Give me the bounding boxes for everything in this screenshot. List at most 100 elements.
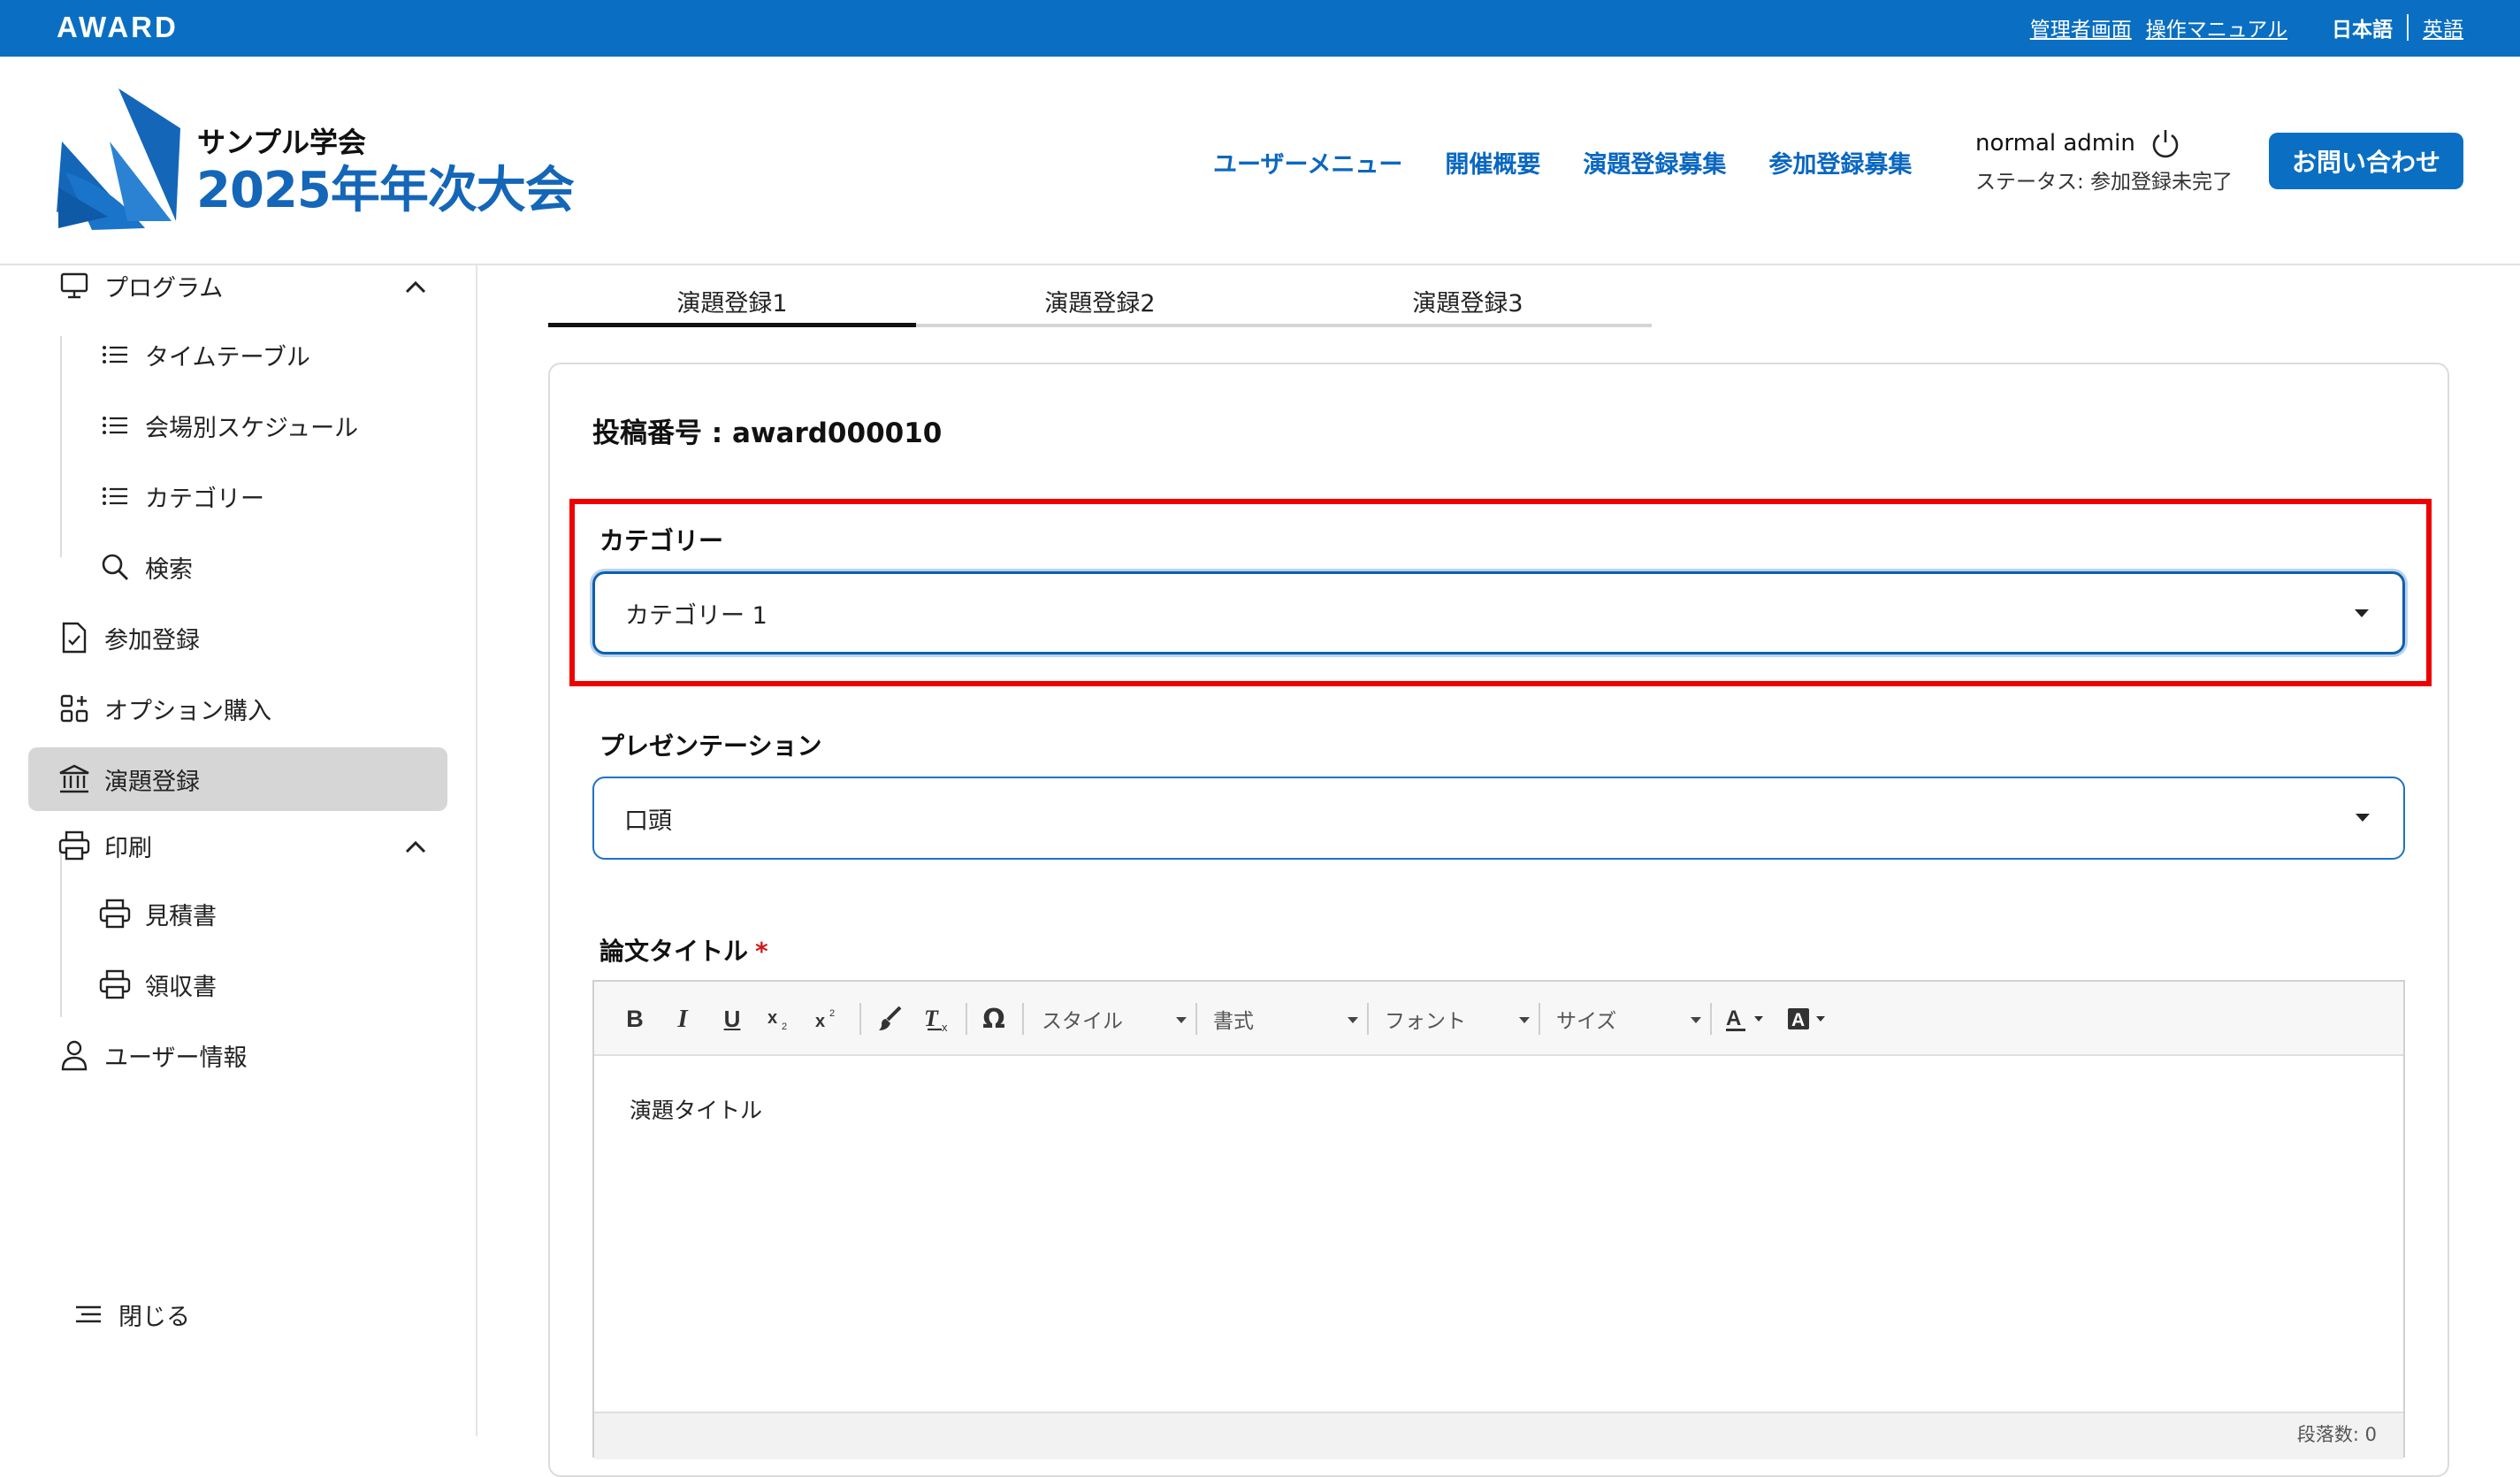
- sidebar-item-label: プログラム: [104, 274, 224, 302]
- font-dropdown-label: フォント: [1385, 1010, 1466, 1033]
- chevron-up-icon[interactable]: [400, 276, 431, 297]
- toolbar-separator: [1710, 1003, 1712, 1035]
- category-select[interactable]: カテゴリー 1: [592, 571, 2405, 654]
- power-icon[interactable]: [2150, 127, 2181, 159]
- italic-icon[interactable]: I: [665, 999, 700, 1038]
- brand-logo-text: AWARD: [57, 11, 179, 43]
- sidebar-item-search[interactable]: 検索: [97, 549, 193, 585]
- toolbar-separator: [859, 1003, 861, 1035]
- printer-icon: [57, 828, 92, 863]
- clear-format-icon[interactable]: Tx: [918, 999, 957, 1038]
- language-english-link[interactable]: 英語: [2423, 12, 2463, 42]
- category-select-value: カテゴリー 1: [625, 601, 767, 630]
- close-label: 閉じる: [118, 1303, 190, 1331]
- toolbar-separator: [966, 1003, 967, 1035]
- nav-abstract-call[interactable]: 演題登録募集: [1583, 145, 1726, 180]
- monitor-icon: [57, 268, 92, 303]
- user-status: ステータス: 参加登録未完了: [1975, 171, 2234, 194]
- bold-icon[interactable]: B: [617, 999, 653, 1038]
- size-dropdown[interactable]: サイズ: [1556, 999, 1698, 1038]
- sidebar-item-abstract-registration[interactable]: 演題登録: [57, 761, 200, 797]
- printer-icon: [97, 896, 133, 931]
- svg-text:T: T: [924, 1006, 939, 1031]
- presentation-select-value: 口頭: [624, 807, 672, 835]
- toolbar-separator: [1539, 1003, 1540, 1035]
- category-label: カテゴリー: [599, 526, 724, 555]
- required-mark: *: [755, 937, 768, 966]
- sidebar-item-label: オプション購入: [104, 697, 271, 725]
- sidebar-item-estimate[interactable]: 見積書: [97, 896, 217, 931]
- paper-title-label: 論文タイトル *: [599, 932, 768, 968]
- print-subtree-line: [60, 849, 62, 1017]
- sidebar-item-print[interactable]: 印刷: [57, 828, 152, 863]
- caret-down-icon: [2355, 609, 2369, 617]
- top-bar: AWARD 管理者画面 操作マニュアル 日本語 英語: [0, 0, 2520, 57]
- user-block: normal admin ステータス: 参加登録未完了: [1975, 127, 2233, 195]
- subscript-icon[interactable]: x2: [762, 999, 801, 1038]
- manual-link[interactable]: 操作マニュアル: [2146, 12, 2287, 42]
- editor-content[interactable]: 演題タイトル: [630, 1093, 762, 1125]
- program-subtree-line: [60, 336, 62, 557]
- special-char-omega-icon[interactable]: Ω: [974, 999, 1013, 1038]
- menu-close-icon: [71, 1297, 106, 1332]
- sidebar-item-label: 演題登録: [104, 768, 200, 796]
- main-nav: ユーザーメニュー 開催概要 演題登録募集 参加登録募集: [1213, 145, 1954, 180]
- sidebar-item-label: カテゴリー: [145, 485, 264, 513]
- font-dropdown[interactable]: フォント: [1385, 999, 1526, 1038]
- underline-icon[interactable]: U: [714, 999, 750, 1038]
- sidebar-close-button[interactable]: 閉じる: [71, 1297, 190, 1332]
- tab-abstract-1[interactable]: 演題登録1: [548, 274, 916, 327]
- sidebar-item-user-info[interactable]: ユーザー情報: [57, 1037, 247, 1073]
- paint-brush-icon[interactable]: [870, 999, 909, 1038]
- caret-down-icon: [2356, 814, 2370, 822]
- presentation-select[interactable]: 口頭: [592, 777, 2405, 860]
- paper-title-label-text: 論文タイトル: [599, 937, 749, 966]
- sidebar-item-label: 会場別スケジュール: [145, 414, 359, 442]
- post-number: 投稿番号 : award000010: [592, 417, 943, 449]
- language-divider: [2407, 14, 2409, 41]
- sidebar-item-label: ユーザー情報: [104, 1044, 248, 1072]
- svg-text:A: A: [1726, 1006, 1741, 1030]
- contact-button[interactable]: お問い合わせ: [2269, 133, 2463, 189]
- society-logo-icon[interactable]: [57, 88, 189, 233]
- nav-user-menu[interactable]: ユーザーメニュー: [1213, 145, 1402, 180]
- sidebar-item-registration[interactable]: 参加登録: [57, 620, 200, 655]
- sidebar-item-label: 領収書: [145, 973, 217, 1001]
- editor-status-bar: 段落数: 0: [594, 1412, 2403, 1459]
- printer-icon: [97, 967, 133, 1002]
- nav-registration-call[interactable]: 参加登録募集: [1768, 145, 1912, 180]
- tab-abstract-2[interactable]: 演題登録2: [916, 274, 1284, 327]
- search-icon: [97, 549, 133, 585]
- presentation-label: プレゼンテーション: [599, 731, 822, 761]
- site-header: サンプル学会 2025年年次大会 ユーザーメニュー 開催概要 演題登録募集 参加…: [0, 57, 2520, 265]
- text-color-icon[interactable]: A: [1722, 999, 1775, 1038]
- tab-abstract-3[interactable]: 演題登録3: [1284, 274, 1652, 327]
- toolbar-separator: [1195, 1003, 1197, 1035]
- sidebar-item-timetable[interactable]: タイムテーブル: [97, 337, 310, 372]
- caret-down-icon: [1176, 1017, 1187, 1023]
- toolbar-separator: [1022, 1003, 1024, 1035]
- sidebar-item-label: タイムテーブル: [145, 343, 310, 371]
- conference-name: 2025年年次大会: [196, 162, 575, 219]
- style-dropdown-label: スタイル: [1042, 1010, 1123, 1033]
- chevron-up-icon[interactable]: [400, 836, 431, 857]
- style-dropdown[interactable]: スタイル: [1042, 999, 1183, 1038]
- toolbar-separator: [1367, 1003, 1369, 1035]
- nav-overview[interactable]: 開催概要: [1445, 145, 1540, 180]
- admin-link[interactable]: 管理者画面: [2030, 12, 2132, 42]
- sidebar-item-option-purchase[interactable]: オプション購入: [57, 691, 271, 726]
- sidebar-item-receipt[interactable]: 領収書: [97, 967, 217, 1002]
- language-japanese: 日本語: [2332, 19, 2393, 42]
- background-color-icon[interactable]: A: [1784, 999, 1837, 1038]
- caret-down-icon: [1691, 1017, 1701, 1023]
- format-dropdown[interactable]: 書式: [1213, 999, 1355, 1038]
- list-icon: [97, 337, 133, 372]
- superscript-icon[interactable]: x2: [810, 999, 849, 1038]
- grid-add-icon: [57, 691, 92, 726]
- sidebar-item-category[interactable]: カテゴリー: [97, 478, 264, 514]
- sidebar-item-venue-schedule[interactable]: 会場別スケジュール: [97, 408, 358, 443]
- user-name-row: normal admin: [1975, 127, 2233, 159]
- editor-toolbar: B I U x2 x2 Tx Ω スタイル 書式 フォント サイズ A A: [594, 982, 2403, 1056]
- rich-text-editor: B I U x2 x2 Tx Ω スタイル 書式 フォント サイズ A A 演題…: [592, 980, 2405, 1459]
- sidebar-item-program[interactable]: プログラム: [57, 268, 223, 303]
